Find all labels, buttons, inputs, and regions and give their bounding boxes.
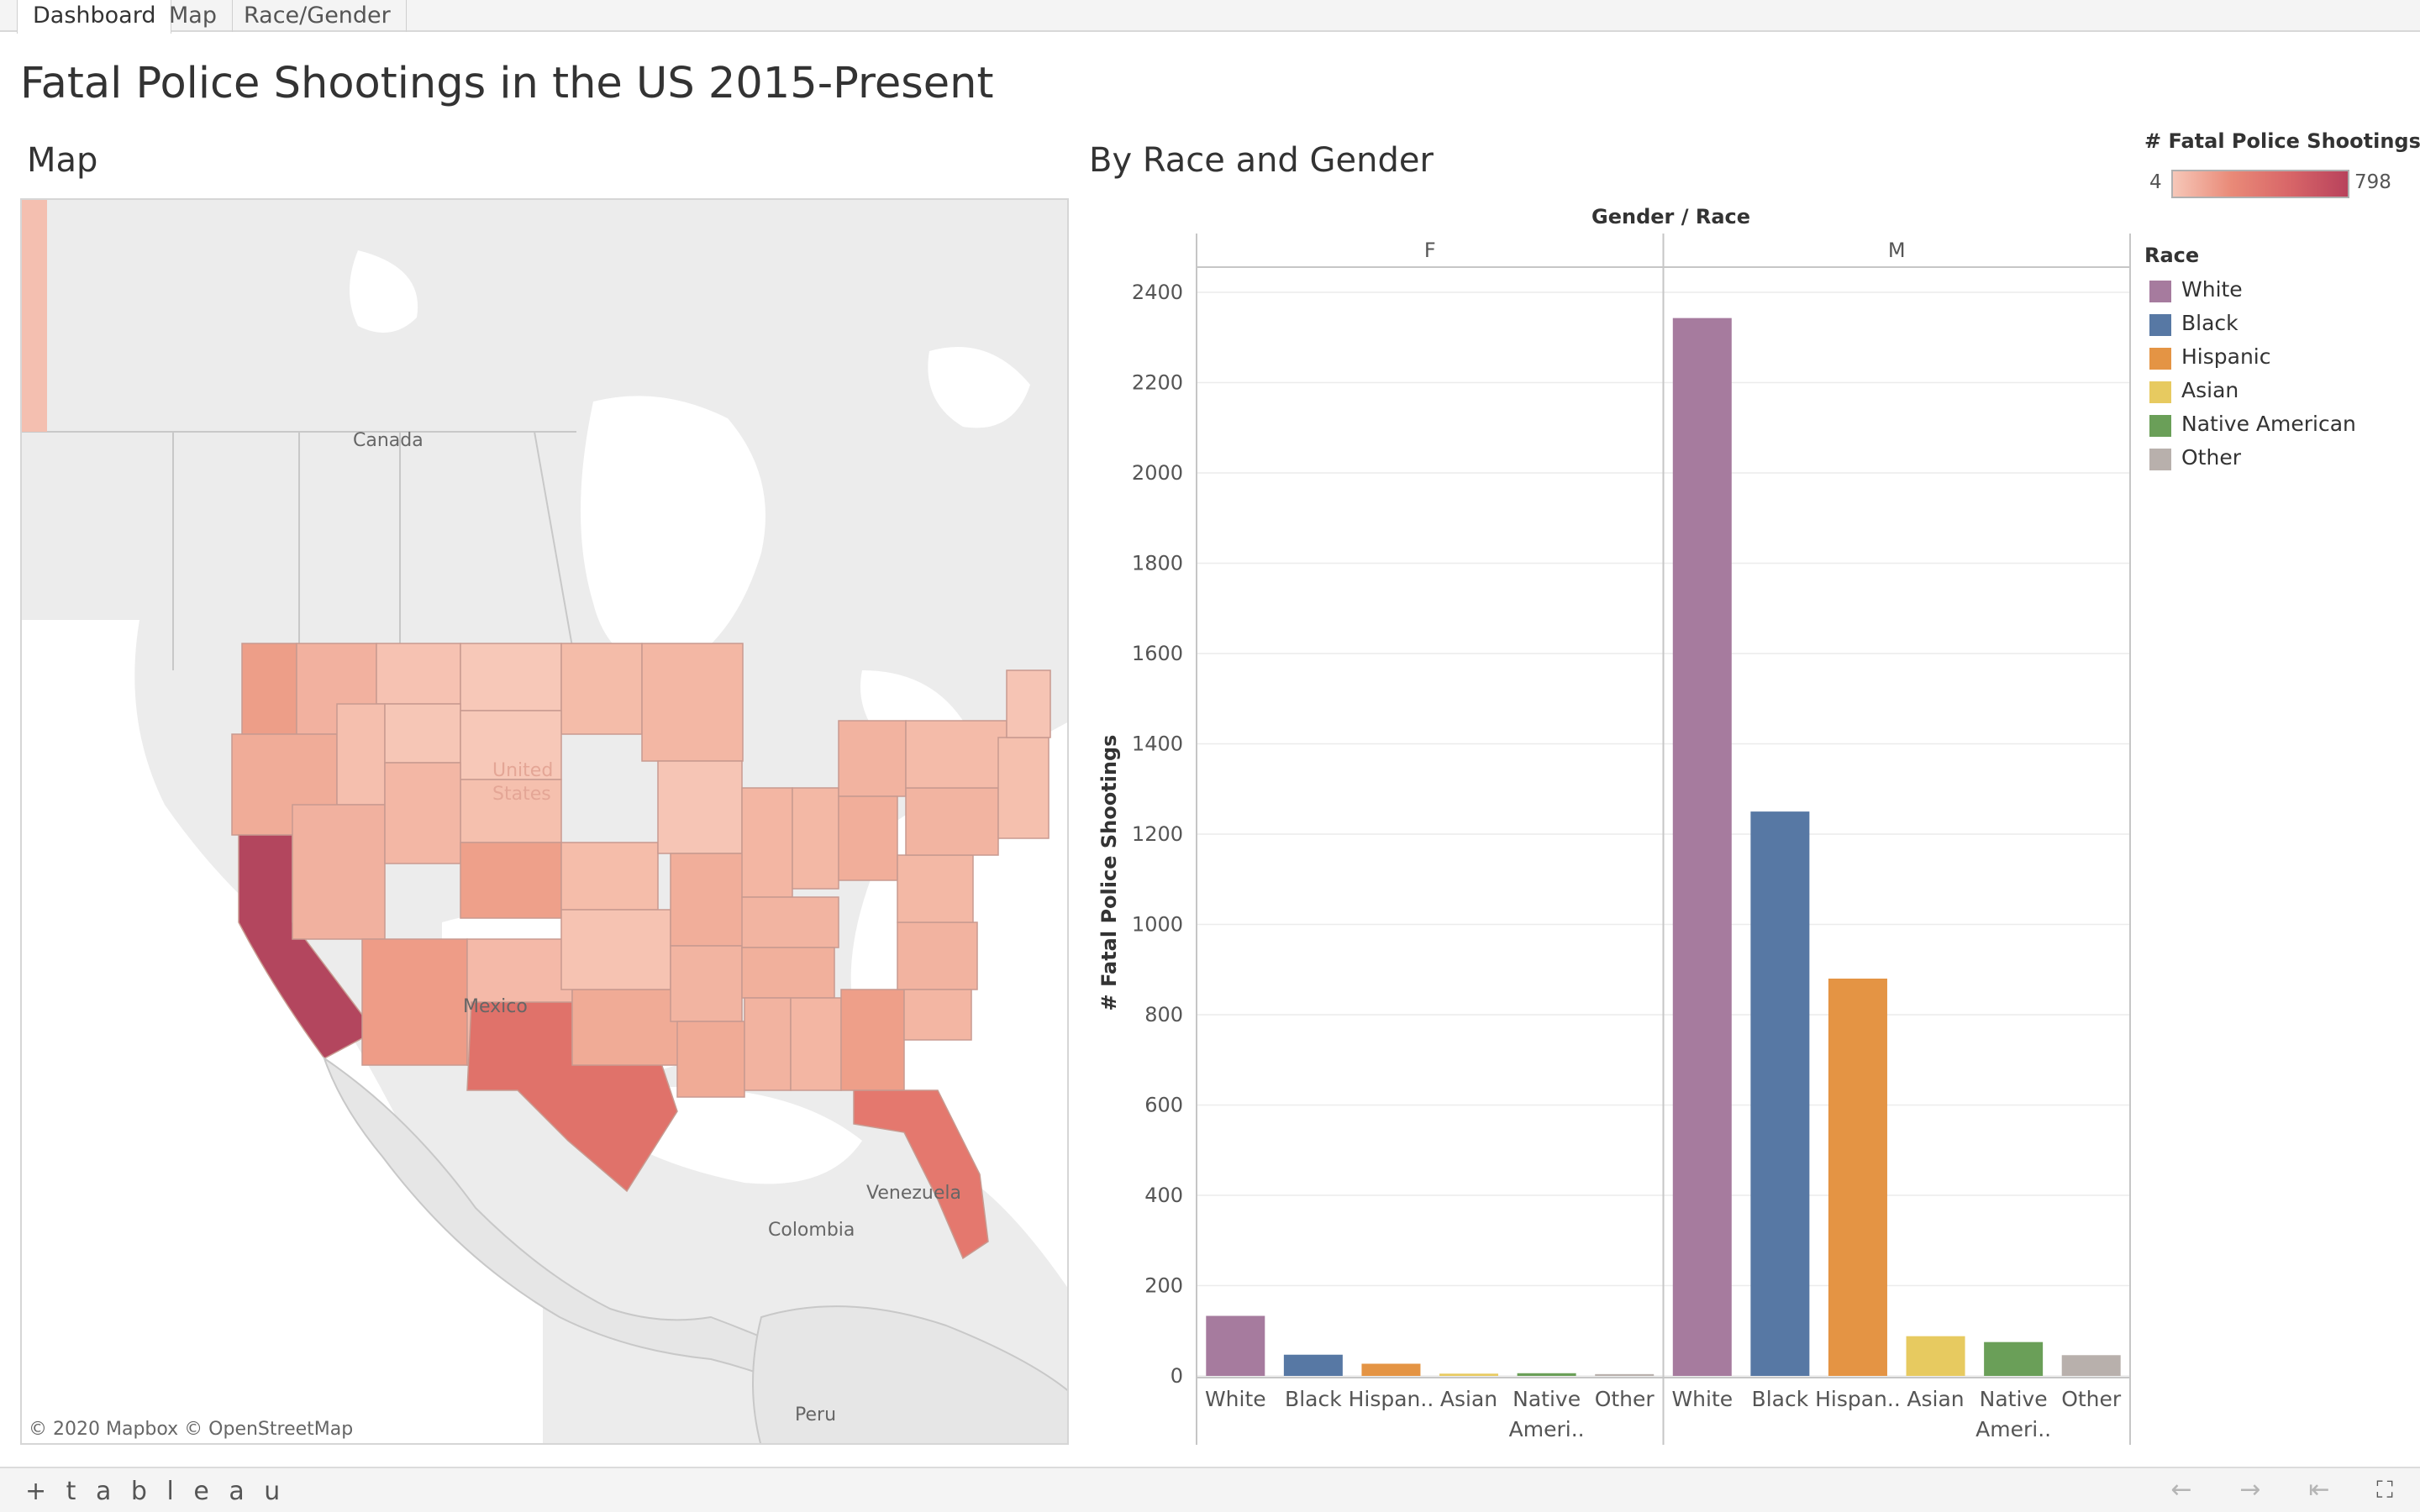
y-tick-label: 1800 [1132, 552, 1183, 575]
label-canada: Canada [353, 430, 424, 451]
revert-icon[interactable]: ⇤ [2302, 1475, 2336, 1505]
x-tick-label: Other [2061, 1387, 2122, 1411]
tab-race-gender[interactable]: Race/Gender [229, 0, 407, 32]
race-legend-title: Race [2144, 244, 2200, 267]
color-legend-title: # Fatal Police Shootings [2144, 129, 2420, 153]
y-tick-label: 1600 [1132, 642, 1183, 665]
panel-header-m: M [1888, 239, 1906, 262]
bar-f-1[interactable] [1283, 1354, 1343, 1376]
y-tick-label: 1000 [1132, 913, 1183, 937]
legend-swatch-white [2149, 281, 2171, 302]
redo-icon[interactable]: → [2233, 1475, 2267, 1505]
bar-chart[interactable]: 0 200 400 600 800 1000 1200 1400 1600 1800 2000 220… [1084, 227, 2143, 1453]
bar-m-4[interactable] [1984, 1341, 2044, 1376]
y-tick-label: 1200 [1132, 822, 1183, 846]
sheet-tab-bar: Dashboard Map Race/Gender [0, 0, 2420, 34]
map-section-title: Map [27, 141, 98, 180]
y-axis-title: # Fatal Police Shootings [1097, 735, 1121, 1011]
legend-label-hispanic: Hispanic [2181, 344, 2271, 369]
bar-f-5[interactable] [1595, 1373, 1655, 1376]
y-tick-label: 0 [1171, 1364, 1183, 1388]
fullscreen-icon[interactable]: ⛶ [2368, 1475, 2402, 1505]
x-tick-label: White [1671, 1387, 1733, 1411]
y-tick-label: 800 [1144, 1003, 1183, 1026]
map-attribution: © 2020 Mapbox © OpenStreetMap [29, 1419, 354, 1440]
bar-m-0[interactable] [1672, 318, 1732, 1377]
label-mexico: Mexico [463, 996, 528, 1017]
legend-swatch-native-american [2149, 415, 2171, 437]
y-tick-label: 1400 [1132, 732, 1183, 756]
alaska [22, 200, 47, 432]
chart-section-title: By Race and Gender [1089, 141, 1434, 180]
bar-f-3[interactable] [1439, 1373, 1499, 1376]
label-colombia: Colombia [768, 1220, 855, 1241]
x-tick-label: Asian [1440, 1387, 1497, 1411]
x-tick-label: Ameri.. [1509, 1417, 1585, 1441]
tab-map[interactable]: Map [154, 0, 233, 32]
panel-header-f: F [1424, 239, 1436, 262]
bar-m-2[interactable] [1828, 979, 1887, 1376]
legend-swatch-black [2149, 314, 2171, 336]
legend-swatch-hispanic [2149, 348, 2171, 370]
tab-dashboard[interactable]: Dashboard [17, 0, 172, 34]
color-legend-ramp [2171, 170, 2349, 198]
label-united-states: United States [492, 760, 554, 805]
legend-label-asian: Asian [2181, 378, 2239, 402]
page-title: Fatal Police Shootings in the US 2015-Pr… [20, 59, 994, 108]
legend-label-black: Black [2181, 311, 2238, 335]
label-venezuela: Venezuela [866, 1183, 961, 1204]
choropleth-map[interactable]: Canada United States Mexico Venezuela Co… [20, 198, 1069, 1445]
y-tick-label: 2400 [1132, 281, 1183, 304]
y-tick-label: 2200 [1132, 371, 1183, 395]
bar-m-3[interactable] [1906, 1336, 1965, 1376]
x-tick-label: Hispan.. [1815, 1387, 1901, 1411]
x-tick-label: White [1205, 1387, 1266, 1411]
x-tick-label: Black [1285, 1387, 1342, 1411]
x-tick-label: Native [1980, 1387, 2048, 1411]
legend-label-white: White [2181, 277, 2243, 302]
tableau-logo: + t a b l e a u [25, 1477, 287, 1506]
x-tick-label: Black [1752, 1387, 1809, 1411]
y-tick-label: 200 [1144, 1274, 1183, 1298]
y-tick-label: 600 [1144, 1094, 1183, 1117]
bar-f-4[interactable] [1517, 1373, 1576, 1376]
footer-toolbar: + t a b l e a u ← → ⇤ ⛶ [0, 1467, 2420, 1512]
map-canvas [22, 200, 1067, 1443]
legend-swatch-other [2149, 449, 2171, 470]
y-tick-label: 400 [1144, 1184, 1183, 1207]
column-header: Gender / Race [1591, 205, 1751, 228]
x-tick-label: Other [1595, 1387, 1655, 1411]
bar-m-5[interactable] [2061, 1355, 2121, 1376]
label-peru: Peru [795, 1404, 837, 1425]
legend-label-other: Other [2181, 445, 2241, 470]
y-tick-label: 2000 [1132, 461, 1183, 485]
bar-f-0[interactable] [1206, 1315, 1265, 1376]
legend-label-native-american: Native American [2181, 412, 2356, 436]
x-tick-label: Hispan.. [1349, 1387, 1434, 1411]
x-tick-label: Native [1512, 1387, 1581, 1411]
color-legend-min: 4 [2149, 171, 2162, 193]
color-legend-max: 798 [2354, 171, 2391, 193]
x-tick-label: Ameri.. [1975, 1417, 2051, 1441]
x-tick-label: Asian [1907, 1387, 1964, 1411]
undo-icon[interactable]: ← [2165, 1475, 2198, 1505]
bar-f-2[interactable] [1361, 1363, 1421, 1376]
bar-m-1[interactable] [1750, 811, 1810, 1376]
legend-swatch-asian [2149, 381, 2171, 403]
